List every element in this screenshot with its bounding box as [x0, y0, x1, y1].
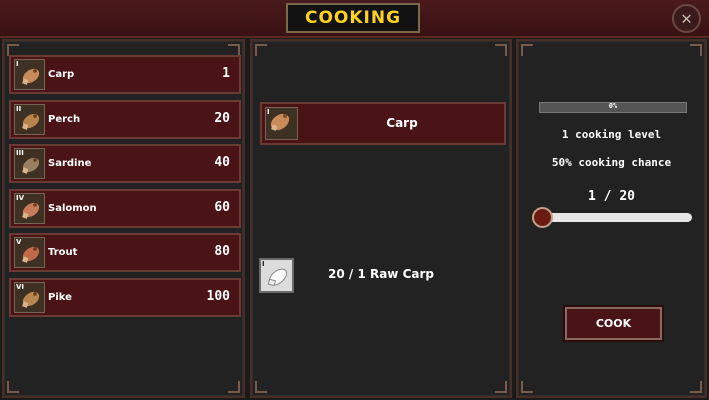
- fish-icon: I: [14, 59, 45, 90]
- selected-recipe[interactable]: I Carp: [260, 102, 506, 145]
- fish-icon: V: [14, 237, 45, 268]
- fish-icon: IV: [14, 192, 45, 224]
- progress-label: 0%: [608, 102, 618, 110]
- recipe-row-trout[interactable]: V Trout 80: [9, 233, 241, 272]
- quantity-text: 1 / 20: [588, 189, 635, 204]
- recipe-level: 80: [214, 244, 230, 259]
- recipe-name: Sardine: [48, 158, 92, 169]
- top-bar: COOKING ✕: [0, 0, 709, 38]
- page-title: COOKING: [286, 3, 420, 33]
- selected-recipe-name: Carp: [386, 116, 418, 130]
- recipe-level: 40: [214, 155, 230, 170]
- cooking-level: 1 cooking level: [561, 128, 662, 141]
- recipe-name: Salomon: [48, 202, 97, 214]
- fish-icon: III: [14, 148, 45, 179]
- fish-icon: II: [14, 103, 45, 135]
- recipe-row-carp[interactable]: I Carp 1: [9, 55, 241, 94]
- recipe-name: Pike: [48, 291, 72, 303]
- quantity-slider-handle[interactable]: [532, 207, 553, 228]
- cook-panel: 0% 1 cooking level 50% cooking chance 1 …: [516, 39, 707, 398]
- recipe-list-panel: I Carp 1 II Perch 20 III Sardine 40 IV Salomon 60 V T…: [2, 39, 245, 398]
- recipe-row-sardine[interactable]: III Sardine 40: [9, 144, 241, 183]
- recipe-detail-panel: I Carp I 20 / 1 Raw Carp: [250, 39, 512, 398]
- fish-icon: VI: [14, 281, 45, 313]
- cooking-chance: 50% cooking chance: [551, 156, 672, 169]
- recipe-row-pike[interactable]: VI Pike 100: [9, 277, 241, 317]
- close-button[interactable]: ✕: [672, 4, 701, 33]
- ingredient-requirement: 20 / 1 Raw Carp: [328, 267, 434, 281]
- cooking-progress-bar: 0%: [539, 102, 687, 113]
- recipe-row-salomon[interactable]: IV Salomon 60: [9, 188, 241, 228]
- recipe-level: 60: [214, 199, 230, 215]
- close-icon: ✕: [681, 8, 692, 29]
- recipe-name: Carp: [48, 69, 75, 80]
- recipe-level: 100: [206, 288, 230, 304]
- quantity-slider[interactable]: [542, 213, 692, 222]
- recipe-name: Trout: [48, 247, 78, 258]
- recipe-level: 1: [222, 66, 230, 81]
- cook-button[interactable]: COOK: [565, 307, 662, 340]
- recipe-name: Perch: [48, 113, 81, 125]
- recipe-row-perch[interactable]: II Perch 20: [9, 99, 241, 139]
- recipe-level: 20: [214, 110, 230, 126]
- raw-carp-icon: I: [259, 258, 294, 293]
